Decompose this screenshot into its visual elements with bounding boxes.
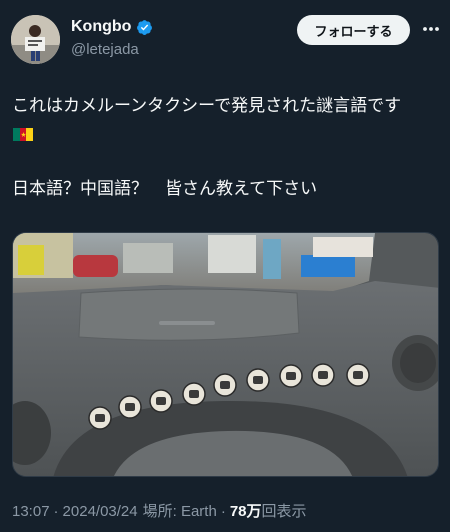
- avatar[interactable]: [11, 15, 60, 64]
- views-count: 78万: [229, 503, 262, 520]
- meta-separator: ·: [220, 503, 226, 520]
- avatar-image: [11, 15, 60, 64]
- tweet-date[interactable]: 2024/03/24: [63, 502, 138, 522]
- verified-badge-icon: [137, 19, 153, 35]
- tweet: Kongbo @letejada フォローする これはカメルーンタクシーで発見さ…: [0, 0, 450, 532]
- tweet-time[interactable]: 13:07: [12, 502, 50, 522]
- taxi-dashboard-image: [13, 233, 438, 476]
- more-options-button[interactable]: [418, 16, 444, 42]
- follow-button[interactable]: フォローする: [297, 15, 410, 45]
- handle[interactable]: @letejada: [71, 40, 139, 60]
- tweet-meta: 13:07 · 2024/03/24 場所: Earth · 78万 回表示: [12, 502, 307, 522]
- more-dots-icon: [423, 27, 439, 31]
- tweet-text-line-1: これはカメルーンタクシーで発見された謎言語です: [12, 96, 402, 115]
- tweet-location: 場所: Earth: [142, 503, 217, 520]
- tweet-video[interactable]: [12, 232, 439, 477]
- meta-separator: ·: [53, 503, 59, 520]
- author-name-row[interactable]: Kongbo: [71, 17, 153, 37]
- tweet-text-line-2: 日本語？中国語？ 皆さん教えて下さい: [12, 179, 318, 198]
- views-label: 回表示: [261, 503, 307, 520]
- cameroon-flag-icon: [13, 128, 34, 141]
- display-name[interactable]: Kongbo: [71, 17, 131, 37]
